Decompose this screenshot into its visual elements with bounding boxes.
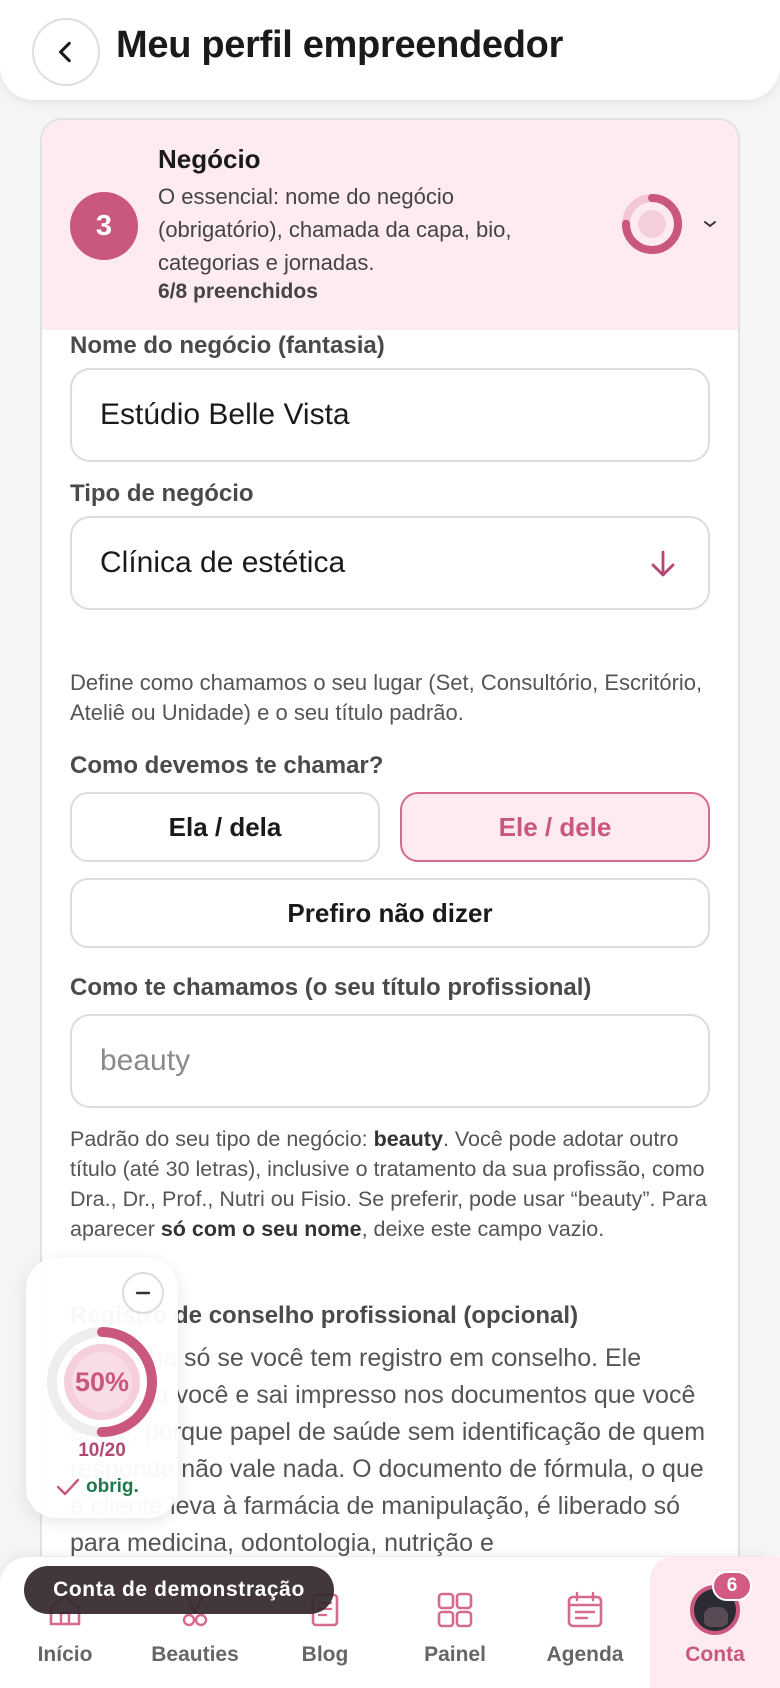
pronoun-option-ele[interactable]: Ele / dele: [400, 792, 710, 862]
demo-account-banner: Conta de demonstração: [24, 1566, 334, 1614]
section-filled-count: 6/8 preenchidos: [158, 280, 318, 303]
collapse-button[interactable]: [122, 1272, 164, 1314]
pronoun-option-ela[interactable]: Ela / dela: [70, 792, 380, 862]
required-label: obrig.: [86, 1476, 139, 1497]
chevron-down-icon[interactable]: [702, 216, 718, 232]
notification-badge: 6: [712, 1571, 752, 1601]
back-button[interactable]: [32, 18, 100, 86]
business-type-value: Clínica de estética: [100, 546, 346, 579]
grid-icon: [437, 1592, 473, 1628]
business-type-select[interactable]: Clínica de estética: [70, 516, 710, 610]
professional-title-hint: Padrão do seu tipo de negócio: beauty. V…: [70, 1127, 707, 1241]
nav-item-agenda[interactable]: Agenda: [520, 1557, 650, 1688]
nav-item-painel[interactable]: Painel: [390, 1557, 520, 1688]
business-type-hint: Define como chamamos o seu lugar (Set, C…: [70, 670, 703, 725]
section-progress-ring: [622, 194, 682, 254]
profile-progress-widget[interactable]: 50% 10/20 obrig.: [26, 1258, 178, 1518]
professional-title-label: Como te chamamos (o seu título profissio…: [70, 974, 592, 1001]
progress-count: 10/20: [78, 1440, 126, 1461]
business-type-label: Tipo de negócio: [70, 480, 254, 507]
business-name-label: Nome do negócio (fantasia): [70, 332, 385, 359]
professional-title-input[interactable]: beauty: [70, 1014, 710, 1108]
pronoun-option-none[interactable]: Prefiro não dizer: [70, 878, 710, 948]
section-header[interactable]: 3 Negócio O essencial: nome do negócio (…: [42, 120, 738, 330]
arrow-down-icon: [651, 550, 675, 577]
chevron-left-icon: [59, 41, 71, 63]
step-number: 3: [70, 192, 138, 260]
pronoun-label: Como devemos te chamar?: [70, 752, 384, 779]
check-icon: [56, 1478, 80, 1496]
calendar-icon: [567, 1591, 603, 1628]
business-name-input[interactable]: Estúdio Belle Vista: [70, 368, 710, 462]
progress-percent: 50%: [74, 1366, 130, 1397]
top-bar: Meu perfil empreendedor: [0, 0, 780, 100]
section-description: O essencial: nome do negócio (obrigatóri…: [158, 184, 512, 275]
section-title: Negócio: [158, 144, 261, 174]
minus-icon: [135, 1291, 151, 1295]
page-title: Meu perfil empreendedor: [116, 24, 564, 66]
required-indicator: obrig.: [56, 1476, 139, 1498]
